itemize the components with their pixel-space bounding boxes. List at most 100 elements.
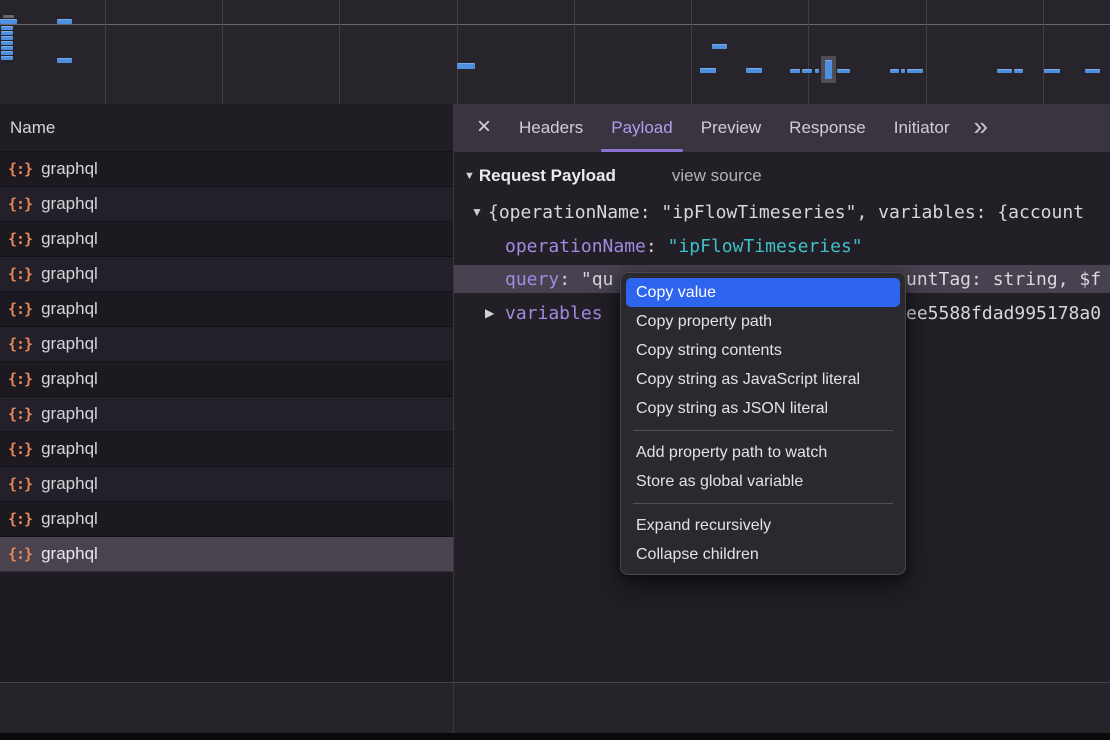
more-tabs-icon[interactable]: » [973,113,985,139]
request-row[interactable]: {:} graphql [0,397,453,432]
fetch-xhr-icon: {:} [8,300,32,318]
request-payload-section-header[interactable]: ▼ Request Payload view source [464,166,762,186]
fetch-xhr-icon: {:} [8,475,32,493]
overview-gridline [926,0,927,106]
object-preview-text: {operationName: "ipFlowTimeseries", vari… [488,202,1084,223]
section-title: Request Payload [479,166,616,186]
window-bottom-bar [0,733,1110,740]
request-list: {:} graphql {:} graphql {:} graphql {:} graphql… [0,152,453,682]
footer-divider-line [0,682,1110,683]
fetch-xhr-icon: {:} [8,545,32,563]
waterfall-bar [1,51,13,55]
detail-tabs: HeadersPayloadPreviewResponseInitiator [505,104,963,152]
name-column-header[interactable]: Name [0,104,453,152]
name-column-label: Name [10,118,55,138]
tab-headers[interactable]: Headers [505,104,597,152]
overview-gridline [222,0,223,106]
overview-gridline [1043,0,1044,106]
request-row[interactable]: {:}graphql [0,152,453,187]
waterfall-bar [57,19,72,24]
request-row[interactable]: {:} graphql [0,467,453,502]
overview-gridline [574,0,575,106]
fetch-xhr-icon: {:} [8,510,32,528]
waterfall-bar [815,69,819,73]
waterfall-bar [1,31,13,35]
menu-item-copy-property-path[interactable]: Copy property path [626,307,900,336]
waterfall-bar [712,44,727,49]
overview-gridline [691,0,692,106]
waterfall-bar [825,60,832,79]
waterfall-bar [700,68,716,73]
menu-item-expand-recursively[interactable]: Expand recursively [626,511,900,540]
menu-item-store-as-global-variable[interactable]: Store as global variable [626,467,900,496]
waterfall-bar [57,58,72,63]
menu-item-copy-string-contents[interactable]: Copy string contents [626,336,900,365]
overview-gridline [808,0,809,106]
payload-object-preview-row[interactable]: ▼ {operationName: "ipFlowTimeseries", va… [454,198,1110,226]
fetch-xhr-icon: {:} [8,440,32,458]
request-row[interactable]: {:} graphql [0,257,453,292]
waterfall-bar [1014,69,1023,73]
waterfall-bar [790,69,800,73]
detail-tab-bar: × HeadersPayloadPreviewResponseInitiator… [453,104,1110,152]
waterfall-bar [837,69,850,73]
request-row[interactable]: {:} graphql [0,537,453,572]
waterfall-bar [1,41,13,45]
context-menu: Copy valueCopy property pathCopy string … [620,272,906,575]
fetch-xhr-icon: {:} [8,335,32,353]
waterfall-bar [0,19,17,24]
menu-item-copy-string-as-json-literal[interactable]: Copy string as JSON literal [626,394,900,423]
property-key: operationName [505,236,646,257]
request-row[interactable]: {:} graphql [0,432,453,467]
property-key: variables [505,303,603,324]
request-name: graphql [41,229,98,249]
tab-response[interactable]: Response [775,104,880,152]
request-name: graphql [41,404,98,424]
request-name: graphql [41,474,98,494]
menu-separator [633,430,893,431]
request-row[interactable]: {:}graphql [0,502,453,537]
waterfall-bar [890,69,899,73]
overview-gridline [339,0,340,106]
waterfall-bar [1,56,13,60]
operation-name-property-row[interactable]: operationName: "ipFlowTimeseries" [454,232,1110,260]
menu-item-copy-value[interactable]: Copy value [626,278,900,307]
menu-item-copy-string-as-javascript-literal[interactable]: Copy string as JavaScript literal [626,365,900,394]
view-source-link[interactable]: view source [672,166,762,186]
request-name: graphql [41,194,98,214]
fetch-xhr-icon: {:} [8,405,32,423]
request-name: graphql [41,264,98,284]
close-icon[interactable]: × [471,115,497,139]
menu-item-add-property-path-to-watch[interactable]: Add property path to watch [626,438,900,467]
property-value-string: "ipFlowTimeseries" [668,236,863,257]
request-name: graphql [41,334,98,354]
property-value-start: "qu [581,269,614,290]
tab-preview[interactable]: Preview [687,104,775,152]
tab-payload[interactable]: Payload [597,104,686,152]
waterfall-bar [901,69,905,73]
waterfall-bar [997,69,1012,73]
fetch-xhr-icon: {:} [8,230,32,248]
fetch-xhr-icon: {:} [8,370,32,388]
request-row[interactable]: {:}graphql [0,362,453,397]
waterfall-bar [1044,69,1060,73]
tab-initiator[interactable]: Initiator [880,104,964,152]
section-collapse-triangle-icon[interactable]: ▼ [464,170,475,182]
request-name: graphql [41,439,98,459]
request-name: graphql [41,544,98,564]
menu-item-collapse-children[interactable]: Collapse children [626,540,900,569]
request-row[interactable]: {:} graphql [0,327,453,362]
request-row[interactable]: {:}graphql [0,292,453,327]
overview-divider-line [0,24,1110,25]
expand-triangle-icon[interactable]: ▶ [485,306,494,320]
collapse-triangle-icon[interactable]: ▼ [471,205,483,219]
waterfall-bar [1,46,13,50]
request-row[interactable]: {:}graphql [0,187,453,222]
network-overview-timeline[interactable] [0,0,1110,106]
fetch-xhr-icon: {:} [8,265,32,283]
fetch-xhr-icon: {:} [8,160,32,178]
waterfall-bar [1,36,13,40]
request-row[interactable]: {:} graphql [0,222,453,257]
property-value-continuation: ee5588fdad995178a0 [906,303,1101,324]
waterfall-bar [907,69,923,73]
